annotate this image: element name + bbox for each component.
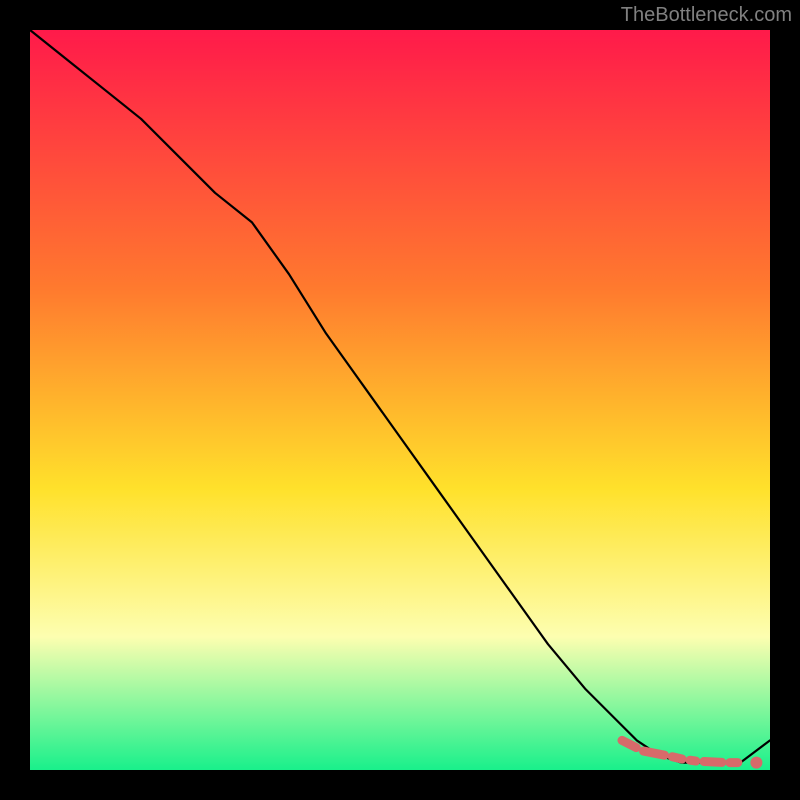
marker-dash [704, 762, 722, 763]
plot-background [30, 30, 770, 770]
chart-frame: TheBottleneck.com [0, 0, 800, 800]
marker-dash [644, 751, 665, 755]
watermark-text: TheBottleneck.com [621, 4, 792, 27]
marker-dash [672, 757, 682, 759]
marker-dash [690, 760, 696, 761]
chart-svg [0, 0, 800, 800]
marker-end-dot [750, 757, 762, 769]
